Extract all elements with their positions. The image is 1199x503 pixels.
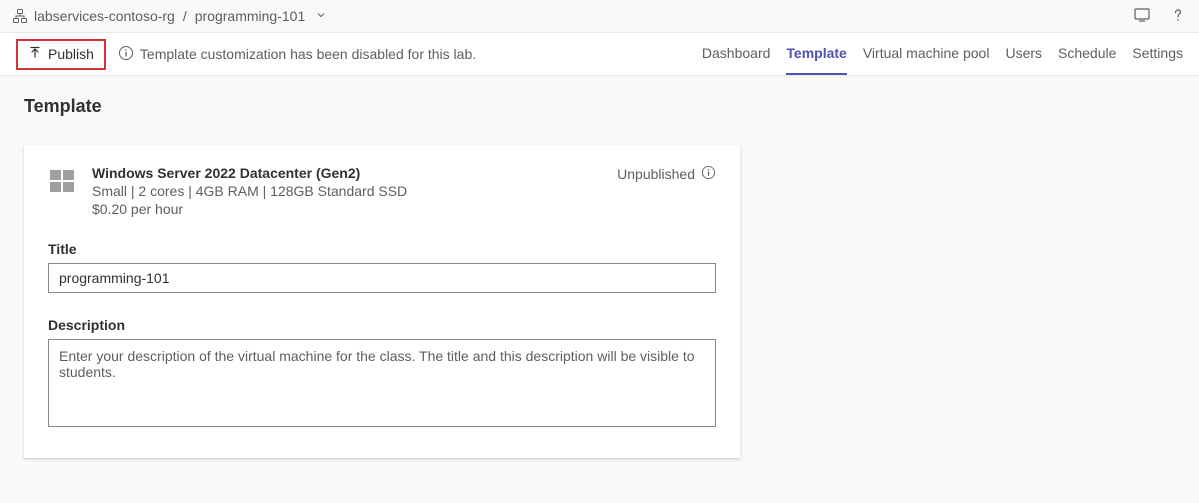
publish-button[interactable]: Publish <box>16 39 106 70</box>
tab-template[interactable]: Template <box>786 33 846 75</box>
description-input[interactable] <box>48 339 716 427</box>
publish-button-label: Publish <box>48 46 94 62</box>
breadcrumb-current[interactable]: programming-101 <box>195 8 306 24</box>
upload-icon <box>28 46 42 63</box>
breadcrumb-parent[interactable]: labservices-contoso-rg <box>34 8 175 24</box>
tab-dashboard[interactable]: Dashboard <box>702 33 771 75</box>
tab-schedule[interactable]: Schedule <box>1058 33 1116 75</box>
vm-name: Windows Server 2022 Datacenter (Gen2) <box>92 165 601 181</box>
tab-settings[interactable]: Settings <box>1132 33 1183 75</box>
info-icon <box>118 45 134 64</box>
help-icon[interactable] <box>1169 6 1187 27</box>
description-label: Description <box>48 317 716 333</box>
hierarchy-icon <box>12 8 28 24</box>
info-message: Template customization has been disabled… <box>118 45 476 64</box>
tab-virtual-machine-pool[interactable]: Virtual machine pool <box>863 33 990 75</box>
monitor-icon[interactable] <box>1133 6 1151 27</box>
chevron-down-icon[interactable] <box>315 8 327 24</box>
title-input[interactable] <box>48 263 716 293</box>
title-label: Title <box>48 241 716 257</box>
page-title: Template <box>24 96 1175 117</box>
vm-status-label: Unpublished <box>617 166 695 182</box>
breadcrumb: labservices-contoso-rg / programming-101 <box>12 8 327 24</box>
nav-tabs: Dashboard Template Virtual machine pool … <box>702 33 1183 75</box>
template-card: Windows Server 2022 Datacenter (Gen2) Sm… <box>24 145 740 458</box>
vm-price: $0.20 per hour <box>92 201 601 217</box>
info-icon[interactable] <box>701 165 716 183</box>
tab-users[interactable]: Users <box>1005 33 1042 75</box>
windows-icon <box>48 165 76 198</box>
info-message-text: Template customization has been disabled… <box>140 46 476 62</box>
breadcrumb-separator: / <box>181 8 189 24</box>
vm-spec: Small | 2 cores | 4GB RAM | 128GB Standa… <box>92 183 601 199</box>
vm-status: Unpublished <box>617 165 716 183</box>
